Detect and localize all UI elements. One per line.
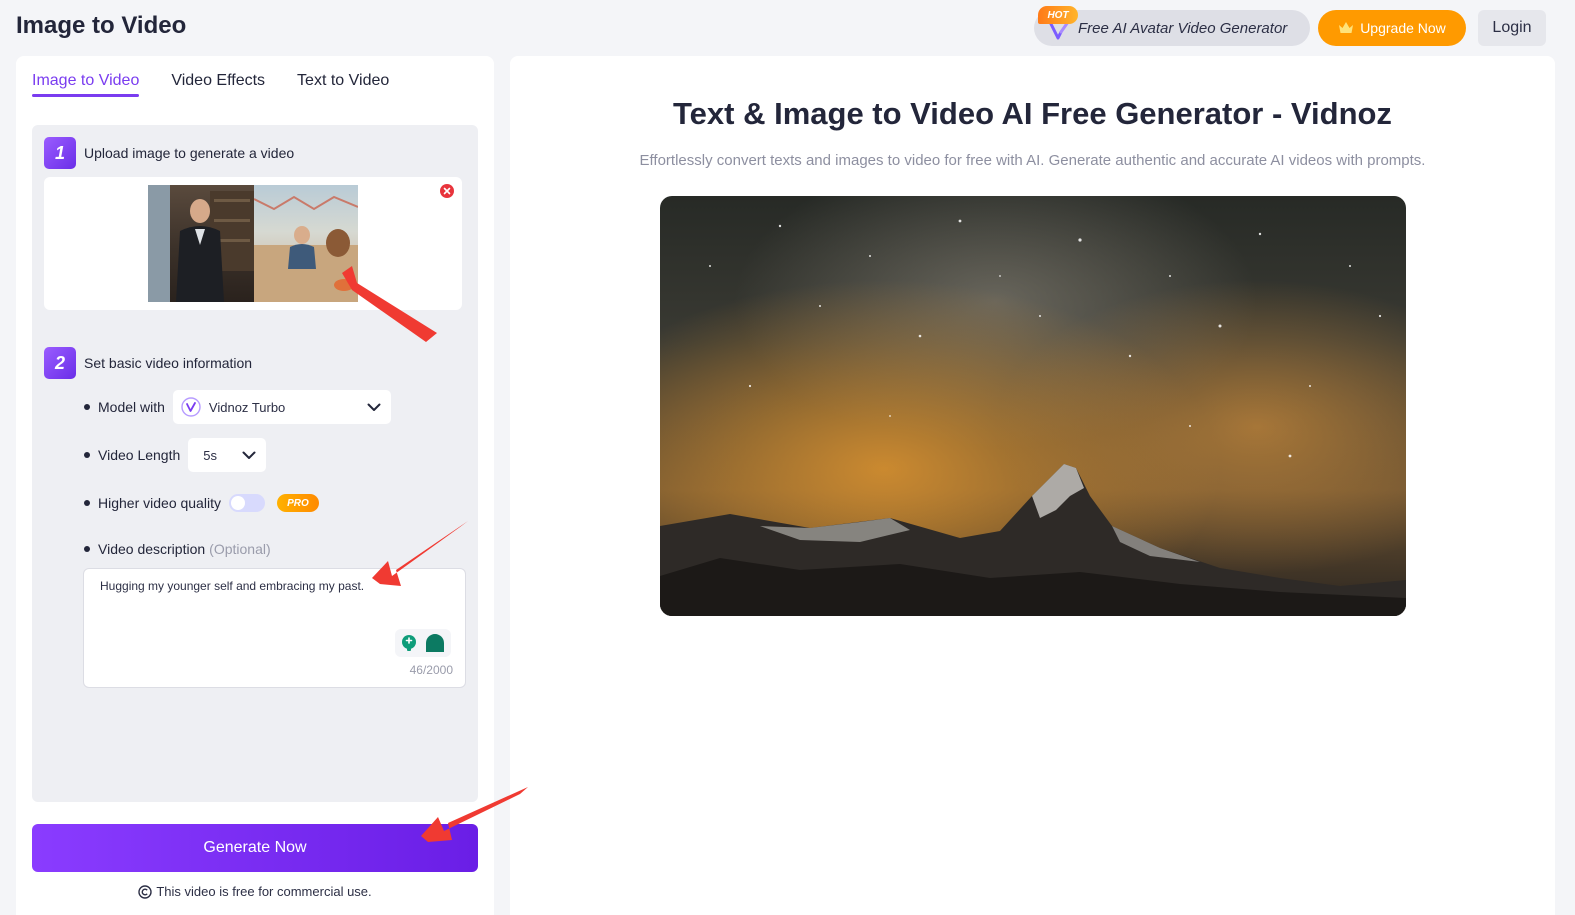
bullet xyxy=(84,404,90,410)
video-description-textarea[interactable]: Hugging my younger self and embracing my… xyxy=(83,568,466,688)
higher-quality-toggle[interactable] xyxy=(228,494,265,512)
toggle-knob xyxy=(230,496,245,510)
steps-box: 1 Upload image to generate a video 2 Set… xyxy=(32,125,478,802)
video-length-value: 5s xyxy=(203,447,217,463)
chevron-down-icon xyxy=(242,451,256,459)
character-count: 46/2000 xyxy=(409,663,453,677)
commercial-use-note: This video is free for commercial use. xyxy=(16,884,494,899)
model-select[interactable]: Vidnoz Turbo xyxy=(172,390,391,424)
video-length-label: Video Length xyxy=(98,447,181,463)
bullet xyxy=(84,546,90,552)
description-label: Video description xyxy=(98,541,206,557)
preview-panel: Text & Image to Video AI Free Generator … xyxy=(510,56,1555,915)
bullet xyxy=(84,452,90,458)
promo-label: Free AI Avatar Video Generator xyxy=(1078,19,1288,37)
copyright-icon xyxy=(138,884,153,899)
model-row: Model with Vidnoz Turbo xyxy=(84,390,391,424)
step-2-label: Set basic video information xyxy=(84,355,253,371)
tab-image-to-video[interactable]: Image to Video xyxy=(32,72,140,97)
tab-video-effects[interactable]: Video Effects xyxy=(171,72,265,97)
avatar-generator-link[interactable]: HOT Free AI Avatar Video Generator xyxy=(1034,6,1310,46)
pro-badge: PRO xyxy=(276,494,319,512)
quality-label: Higher video quality xyxy=(98,495,221,511)
model-value: Vidnoz Turbo xyxy=(208,399,286,415)
description-text: Hugging my younger self and embracing my… xyxy=(100,579,365,593)
thumbnail-right-half xyxy=(253,185,358,302)
tab-text-to-video[interactable]: Text to Video xyxy=(297,72,389,97)
hero-title: Text & Image to Video AI Free Generator … xyxy=(673,96,1392,131)
model-icon xyxy=(181,397,201,417)
commercial-use-text: This video is free for commercial use. xyxy=(156,884,372,899)
idea-icon[interactable] xyxy=(399,633,419,653)
video-length-select[interactable]: 5s xyxy=(188,438,267,472)
model-label: Model with xyxy=(98,399,165,415)
upgrade-label: Upgrade Now xyxy=(1360,20,1446,36)
delete-icon[interactable] xyxy=(440,184,454,198)
app-root: Image to Video HOT Free AI Avatar Video … xyxy=(0,0,1575,915)
page-title: Image to Video xyxy=(16,12,187,39)
chevron-down-icon xyxy=(367,403,381,411)
video-length-row: Video Length 5s xyxy=(84,438,267,472)
generate-now-button[interactable]: Generate Now xyxy=(32,824,478,872)
step-1-number: 1 xyxy=(44,137,76,169)
quality-row: Higher video quality PRO xyxy=(84,494,319,512)
prompt-assist-tools xyxy=(395,629,451,657)
optional-hint: (Optional) xyxy=(209,541,271,557)
mode-tabs: Image to Video Video Effects Text to Vid… xyxy=(32,72,389,97)
generator-panel: Image to Video Video Effects Text to Vid… xyxy=(16,56,494,915)
crown-icon xyxy=(1339,22,1354,33)
description-row: Video description (Optional) xyxy=(84,541,271,557)
image-upload-area[interactable] xyxy=(44,177,462,310)
upgrade-now-button[interactable]: Upgrade Now xyxy=(1318,10,1466,46)
step-1-label: Upload image to generate a video xyxy=(84,145,295,161)
hero-subtitle: Effortlessly convert texts and images to… xyxy=(639,152,1426,169)
login-button[interactable]: Login xyxy=(1478,10,1546,46)
uploaded-image-thumbnail xyxy=(148,185,358,302)
hot-badge: HOT xyxy=(1038,6,1078,24)
thumbnail-left-half xyxy=(148,185,254,302)
step-2-number: 2 xyxy=(44,347,76,379)
bullet xyxy=(84,500,90,506)
sample-video-preview[interactable] xyxy=(660,196,1406,616)
chat-icon[interactable] xyxy=(423,632,447,654)
